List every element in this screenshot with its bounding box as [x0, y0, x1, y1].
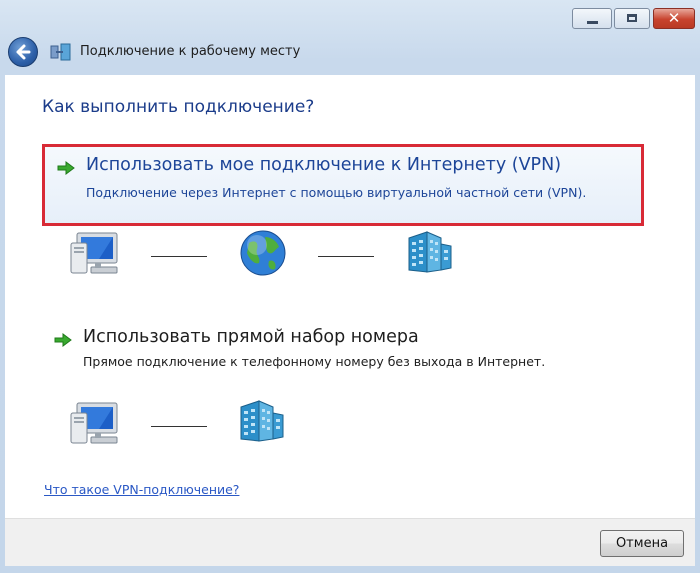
main-content: Как выполнить подключение? Использовать … — [5, 75, 695, 518]
maximize-button[interactable] — [614, 8, 650, 29]
dialog-window: ✕ Подключение к рабочему месту Как выпол… — [0, 0, 700, 573]
computer-icon — [69, 401, 121, 447]
connector-line — [151, 426, 207, 427]
vpn-help-link[interactable]: Что такое VPN-подключение? — [44, 482, 239, 497]
option-dialup-description: Прямое подключение к телефонному номеру … — [83, 354, 546, 369]
connector-line — [151, 256, 207, 257]
connector-line — [318, 256, 374, 257]
window-title: Подключение к рабочему месту — [80, 44, 301, 59]
green-arrow-icon — [54, 333, 72, 347]
minimize-button[interactable] — [572, 8, 612, 29]
option-vpn[interactable]: Использовать мое подключение к Интернету… — [42, 144, 644, 226]
option-vpn-description: Подключение через Интернет с помощью вир… — [86, 185, 587, 200]
green-arrow-icon — [57, 161, 75, 175]
dialog-footer: Отмена — [5, 518, 695, 566]
close-icon: ✕ — [667, 9, 681, 27]
maximize-icon — [627, 14, 637, 22]
option-dialup[interactable]: Использовать прямой набор номера Прямое … — [42, 327, 644, 377]
network-connection-icon — [50, 43, 71, 61]
computer-icon — [69, 231, 121, 277]
back-button[interactable] — [8, 37, 38, 67]
minimize-icon — [587, 21, 598, 24]
page-heading: Как выполнить подключение? — [42, 97, 315, 117]
cancel-button[interactable]: Отмена — [600, 530, 684, 557]
back-arrow-icon — [16, 44, 31, 60]
office-building-icon — [237, 399, 287, 443]
option-vpn-title: Использовать мое подключение к Интернету… — [86, 155, 562, 175]
close-button[interactable]: ✕ — [653, 8, 695, 29]
globe-icon — [239, 229, 287, 277]
option-dialup-title: Использовать прямой набор номера — [83, 327, 419, 347]
office-building-icon — [405, 230, 455, 274]
